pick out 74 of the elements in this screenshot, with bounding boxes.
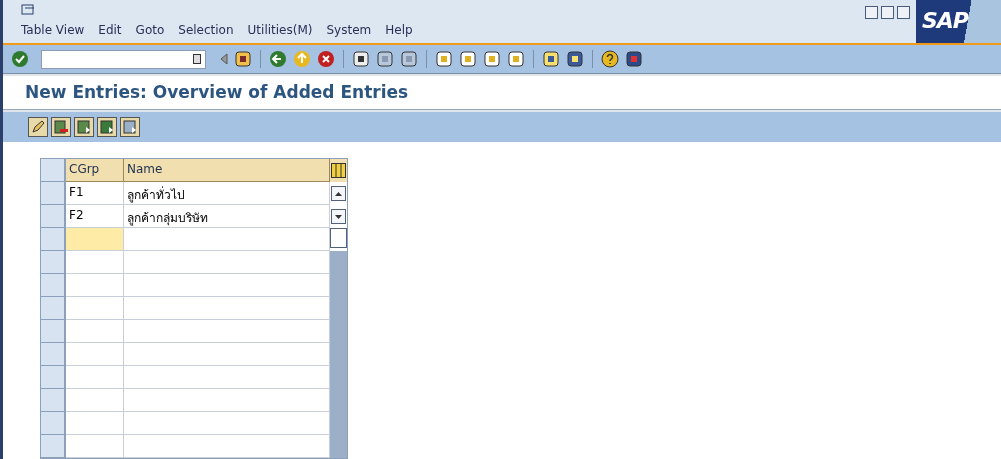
menu-item[interactable]: Goto bbox=[135, 23, 165, 37]
cancel-icon[interactable] bbox=[317, 50, 335, 68]
input-field[interactable] bbox=[66, 435, 124, 458]
column-header[interactable]: CGrp bbox=[66, 159, 124, 182]
menu-item[interactable]: Edit bbox=[98, 23, 122, 37]
column-header[interactable]: Name bbox=[124, 159, 330, 182]
screen-title: New Entries: Overview of Added Entries bbox=[25, 82, 409, 103]
row-selector[interactable] bbox=[41, 228, 66, 251]
deselect-all-button[interactable] bbox=[120, 116, 140, 137]
back-icon[interactable] bbox=[269, 50, 287, 68]
input-field[interactable] bbox=[66, 389, 124, 412]
select-all-cell[interactable] bbox=[41, 159, 66, 182]
maximize-button[interactable] bbox=[881, 6, 894, 19]
delete-row-button[interactable] bbox=[51, 116, 71, 137]
input-field[interactable] bbox=[124, 366, 330, 389]
menu-item[interactable]: Selection bbox=[178, 23, 234, 37]
minimize-button[interactable] bbox=[865, 6, 878, 19]
up-icon[interactable] bbox=[293, 50, 311, 68]
row-selector[interactable] bbox=[41, 343, 66, 366]
triangle-down-icon bbox=[335, 214, 342, 219]
scroll-up-button[interactable] bbox=[331, 186, 346, 201]
select-block-button[interactable] bbox=[97, 116, 117, 137]
input-field[interactable] bbox=[124, 320, 330, 343]
arrow-left-icon[interactable] bbox=[220, 53, 228, 65]
input-field[interactable] bbox=[66, 366, 124, 389]
input-field[interactable] bbox=[124, 412, 330, 435]
input-field[interactable] bbox=[66, 343, 124, 366]
check-icon[interactable] bbox=[11, 50, 29, 68]
help-icon[interactable] bbox=[601, 50, 619, 68]
select-all-button[interactable] bbox=[74, 116, 94, 137]
row-selector[interactable] bbox=[41, 297, 66, 320]
row-selector[interactable] bbox=[41, 435, 66, 458]
row-selector[interactable] bbox=[41, 182, 66, 205]
row-selector[interactable] bbox=[41, 320, 66, 343]
row-selector[interactable] bbox=[41, 366, 66, 389]
logo: SAP bbox=[916, 0, 1001, 43]
input-field[interactable] bbox=[66, 274, 124, 297]
input-field[interactable] bbox=[124, 343, 330, 366]
command-field[interactable] bbox=[41, 49, 206, 69]
input-field[interactable] bbox=[124, 389, 330, 412]
input-field[interactable] bbox=[124, 251, 330, 274]
scroll-down-button[interactable] bbox=[331, 209, 346, 224]
table-icon bbox=[123, 119, 137, 134]
menu-item[interactable]: Utilities(M) bbox=[247, 23, 313, 37]
table-cell: F2 bbox=[66, 205, 124, 228]
close-button[interactable] bbox=[897, 6, 910, 19]
row-selector[interactable] bbox=[41, 205, 66, 228]
table-cell: ลูกค้าทั่วไป bbox=[124, 182, 330, 205]
input-field[interactable] bbox=[124, 274, 330, 297]
menu-item[interactable]: Table View bbox=[21, 23, 85, 37]
column-settings-icon[interactable] bbox=[331, 163, 346, 178]
pencil-icon bbox=[31, 119, 45, 134]
menu-item[interactable]: System bbox=[326, 23, 372, 37]
row-selector[interactable] bbox=[41, 251, 66, 274]
table-cell: ลูกค้ากลุ่มบริษัท bbox=[124, 205, 330, 228]
row-selector[interactable] bbox=[41, 389, 66, 412]
input-field[interactable] bbox=[66, 251, 124, 274]
menu-item[interactable]: Help bbox=[385, 23, 413, 37]
row-selector[interactable] bbox=[41, 274, 66, 297]
input-field[interactable] bbox=[66, 228, 124, 251]
input-field[interactable] bbox=[124, 435, 330, 458]
table-icon bbox=[100, 119, 114, 134]
input-field[interactable] bbox=[124, 228, 330, 251]
edit-button[interactable] bbox=[28, 116, 48, 137]
row-selector[interactable] bbox=[41, 412, 66, 435]
table-icon bbox=[77, 119, 91, 134]
scroll-thumb[interactable] bbox=[330, 228, 347, 248]
input-field[interactable] bbox=[66, 297, 124, 320]
triangle-up-icon bbox=[335, 191, 342, 196]
input-field[interactable] bbox=[66, 320, 124, 343]
input-field[interactable] bbox=[66, 412, 124, 435]
delete-row-icon bbox=[54, 119, 68, 134]
input-field[interactable] bbox=[124, 297, 330, 320]
table-cell: F1 bbox=[66, 182, 124, 205]
